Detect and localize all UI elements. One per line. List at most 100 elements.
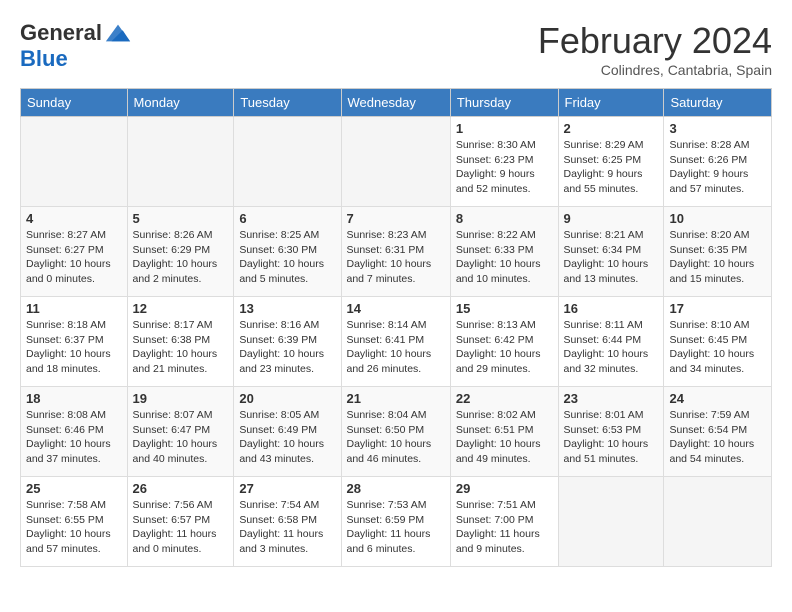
day-number: 21 <box>347 391 445 406</box>
day-info: Sunrise: 7:56 AMSunset: 6:57 PMDaylight:… <box>133 498 229 557</box>
calendar-cell: 5 Sunrise: 8:26 AMSunset: 6:29 PMDaylight… <box>127 207 234 297</box>
calendar-week-1: 1 Sunrise: 8:30 AMSunset: 6:23 PMDaylight… <box>21 117 772 207</box>
day-number: 27 <box>239 481 335 496</box>
calendar-cell: 29 Sunrise: 7:51 AMSunset: 7:00 PMDayligh… <box>450 477 558 567</box>
day-number: 12 <box>133 301 229 316</box>
day-info: Sunrise: 8:07 AMSunset: 6:47 PMDaylight:… <box>133 408 229 467</box>
day-number: 24 <box>669 391 766 406</box>
calendar-cell: 25 Sunrise: 7:58 AMSunset: 6:55 PMDayligh… <box>21 477 128 567</box>
header-wednesday: Wednesday <box>341 89 450 117</box>
calendar-week-3: 11Sunrise: 8:18 AMSunset: 6:37 PMDayligh… <box>21 297 772 387</box>
day-number: 25 <box>26 481 122 496</box>
calendar-body: 1 Sunrise: 8:30 AMSunset: 6:23 PMDaylight… <box>21 117 772 567</box>
day-info: Sunrise: 8:22 AMSunset: 6:33 PMDaylight:… <box>456 228 553 287</box>
header-saturday: Saturday <box>664 89 772 117</box>
page-header: General Blue February 2024 Colindres, Ca… <box>20 20 772 78</box>
day-info: Sunrise: 8:13 AMSunset: 6:42 PMDaylight:… <box>456 318 553 377</box>
calendar-week-2: 4Sunrise: 8:27 AMSunset: 6:27 PMDaylight… <box>21 207 772 297</box>
location-subtitle: Colindres, Cantabria, Spain <box>538 62 772 78</box>
day-number: 13 <box>239 301 335 316</box>
header-thursday: Thursday <box>450 89 558 117</box>
calendar-header: SundayMondayTuesdayWednesdayThursdayFrid… <box>21 89 772 117</box>
calendar-cell: 10 Sunrise: 8:20 AMSunset: 6:35 PMDayligh… <box>664 207 772 297</box>
calendar-week-5: 25 Sunrise: 7:58 AMSunset: 6:55 PMDayligh… <box>21 477 772 567</box>
day-info: Sunrise: 8:29 AMSunset: 6:25 PMDaylight:… <box>564 138 659 197</box>
calendar-cell: 19 Sunrise: 8:07 AMSunset: 6:47 PMDayligh… <box>127 387 234 477</box>
day-number: 20 <box>239 391 335 406</box>
calendar-cell: 4Sunrise: 8:27 AMSunset: 6:27 PMDaylight… <box>21 207 128 297</box>
day-info: Sunrise: 8:02 AMSunset: 6:51 PMDaylight:… <box>456 408 553 467</box>
calendar-week-4: 18 Sunrise: 8:08 AMSunset: 6:46 PMDayligh… <box>21 387 772 477</box>
calendar-table: SundayMondayTuesdayWednesdayThursdayFrid… <box>20 88 772 567</box>
calendar-cell <box>127 117 234 207</box>
day-number: 9 <box>564 211 659 226</box>
header-row: SundayMondayTuesdayWednesdayThursdayFrid… <box>21 89 772 117</box>
day-info: Sunrise: 8:25 AMSunset: 6:30 PMDaylight:… <box>239 228 335 287</box>
day-info: Sunrise: 7:51 AMSunset: 7:00 PMDaylight:… <box>456 498 553 557</box>
day-info: Sunrise: 7:58 AMSunset: 6:55 PMDaylight:… <box>26 498 122 557</box>
calendar-cell: 15 Sunrise: 8:13 AMSunset: 6:42 PMDayligh… <box>450 297 558 387</box>
calendar-cell <box>21 117 128 207</box>
calendar-cell: 14 Sunrise: 8:14 AMSunset: 6:41 PMDayligh… <box>341 297 450 387</box>
day-number: 2 <box>564 121 659 136</box>
day-number: 18 <box>26 391 122 406</box>
day-info: Sunrise: 8:17 AMSunset: 6:38 PMDaylight:… <box>133 318 229 377</box>
calendar-cell: 26Sunrise: 7:56 AMSunset: 6:57 PMDayligh… <box>127 477 234 567</box>
day-number: 5 <box>133 211 229 226</box>
calendar-cell: 13 Sunrise: 8:16 AMSunset: 6:39 PMDayligh… <box>234 297 341 387</box>
calendar-cell: 3Sunrise: 8:28 AMSunset: 6:26 PMDaylight… <box>664 117 772 207</box>
logo: General Blue <box>20 20 132 72</box>
day-number: 6 <box>239 211 335 226</box>
day-info: Sunrise: 8:05 AMSunset: 6:49 PMDaylight:… <box>239 408 335 467</box>
day-number: 28 <box>347 481 445 496</box>
calendar-cell: 17Sunrise: 8:10 AMSunset: 6:45 PMDayligh… <box>664 297 772 387</box>
month-title: February 2024 <box>538 20 772 62</box>
day-number: 1 <box>456 121 553 136</box>
day-number: 16 <box>564 301 659 316</box>
calendar-cell: 6 Sunrise: 8:25 AMSunset: 6:30 PMDaylight… <box>234 207 341 297</box>
calendar-cell: 11Sunrise: 8:18 AMSunset: 6:37 PMDayligh… <box>21 297 128 387</box>
calendar-cell: 8 Sunrise: 8:22 AMSunset: 6:33 PMDaylight… <box>450 207 558 297</box>
day-number: 19 <box>133 391 229 406</box>
day-info: Sunrise: 8:21 AMSunset: 6:34 PMDaylight:… <box>564 228 659 287</box>
calendar-cell: 18 Sunrise: 8:08 AMSunset: 6:46 PMDayligh… <box>21 387 128 477</box>
day-info: Sunrise: 8:14 AMSunset: 6:41 PMDaylight:… <box>347 318 445 377</box>
calendar-cell: 16Sunrise: 8:11 AMSunset: 6:44 PMDayligh… <box>558 297 664 387</box>
day-number: 14 <box>347 301 445 316</box>
day-number: 3 <box>669 121 766 136</box>
calendar-cell: 7 Sunrise: 8:23 AMSunset: 6:31 PMDaylight… <box>341 207 450 297</box>
calendar-cell: 21Sunrise: 8:04 AMSunset: 6:50 PMDayligh… <box>341 387 450 477</box>
day-number: 29 <box>456 481 553 496</box>
day-info: Sunrise: 8:23 AMSunset: 6:31 PMDaylight:… <box>347 228 445 287</box>
day-info: Sunrise: 8:01 AMSunset: 6:53 PMDaylight:… <box>564 408 659 467</box>
day-info: Sunrise: 8:20 AMSunset: 6:35 PMDaylight:… <box>669 228 766 287</box>
day-number: 11 <box>26 301 122 316</box>
calendar-cell: 12 Sunrise: 8:17 AMSunset: 6:38 PMDayligh… <box>127 297 234 387</box>
day-number: 10 <box>669 211 766 226</box>
calendar-cell: 9 Sunrise: 8:21 AMSunset: 6:34 PMDaylight… <box>558 207 664 297</box>
day-info: Sunrise: 8:27 AMSunset: 6:27 PMDaylight:… <box>26 228 122 287</box>
logo-general: General <box>20 20 102 46</box>
header-friday: Friday <box>558 89 664 117</box>
day-number: 8 <box>456 211 553 226</box>
calendar-cell: 2 Sunrise: 8:29 AMSunset: 6:25 PMDaylight… <box>558 117 664 207</box>
day-info: Sunrise: 8:30 AMSunset: 6:23 PMDaylight:… <box>456 138 553 197</box>
day-number: 15 <box>456 301 553 316</box>
logo-icon <box>104 22 132 44</box>
day-info: Sunrise: 8:26 AMSunset: 6:29 PMDaylight:… <box>133 228 229 287</box>
calendar-cell: 1 Sunrise: 8:30 AMSunset: 6:23 PMDaylight… <box>450 117 558 207</box>
calendar-cell: 22Sunrise: 8:02 AMSunset: 6:51 PMDayligh… <box>450 387 558 477</box>
calendar-cell: 23 Sunrise: 8:01 AMSunset: 6:53 PMDayligh… <box>558 387 664 477</box>
calendar-cell: 20 Sunrise: 8:05 AMSunset: 6:49 PMDayligh… <box>234 387 341 477</box>
calendar-cell: 28 Sunrise: 7:53 AMSunset: 6:59 PMDayligh… <box>341 477 450 567</box>
day-info: Sunrise: 7:53 AMSunset: 6:59 PMDaylight:… <box>347 498 445 557</box>
header-tuesday: Tuesday <box>234 89 341 117</box>
day-number: 7 <box>347 211 445 226</box>
header-sunday: Sunday <box>21 89 128 117</box>
day-info: Sunrise: 8:10 AMSunset: 6:45 PMDaylight:… <box>669 318 766 377</box>
calendar-cell <box>664 477 772 567</box>
day-number: 23 <box>564 391 659 406</box>
calendar-cell <box>558 477 664 567</box>
day-info: Sunrise: 8:08 AMSunset: 6:46 PMDaylight:… <box>26 408 122 467</box>
day-info: Sunrise: 8:16 AMSunset: 6:39 PMDaylight:… <box>239 318 335 377</box>
